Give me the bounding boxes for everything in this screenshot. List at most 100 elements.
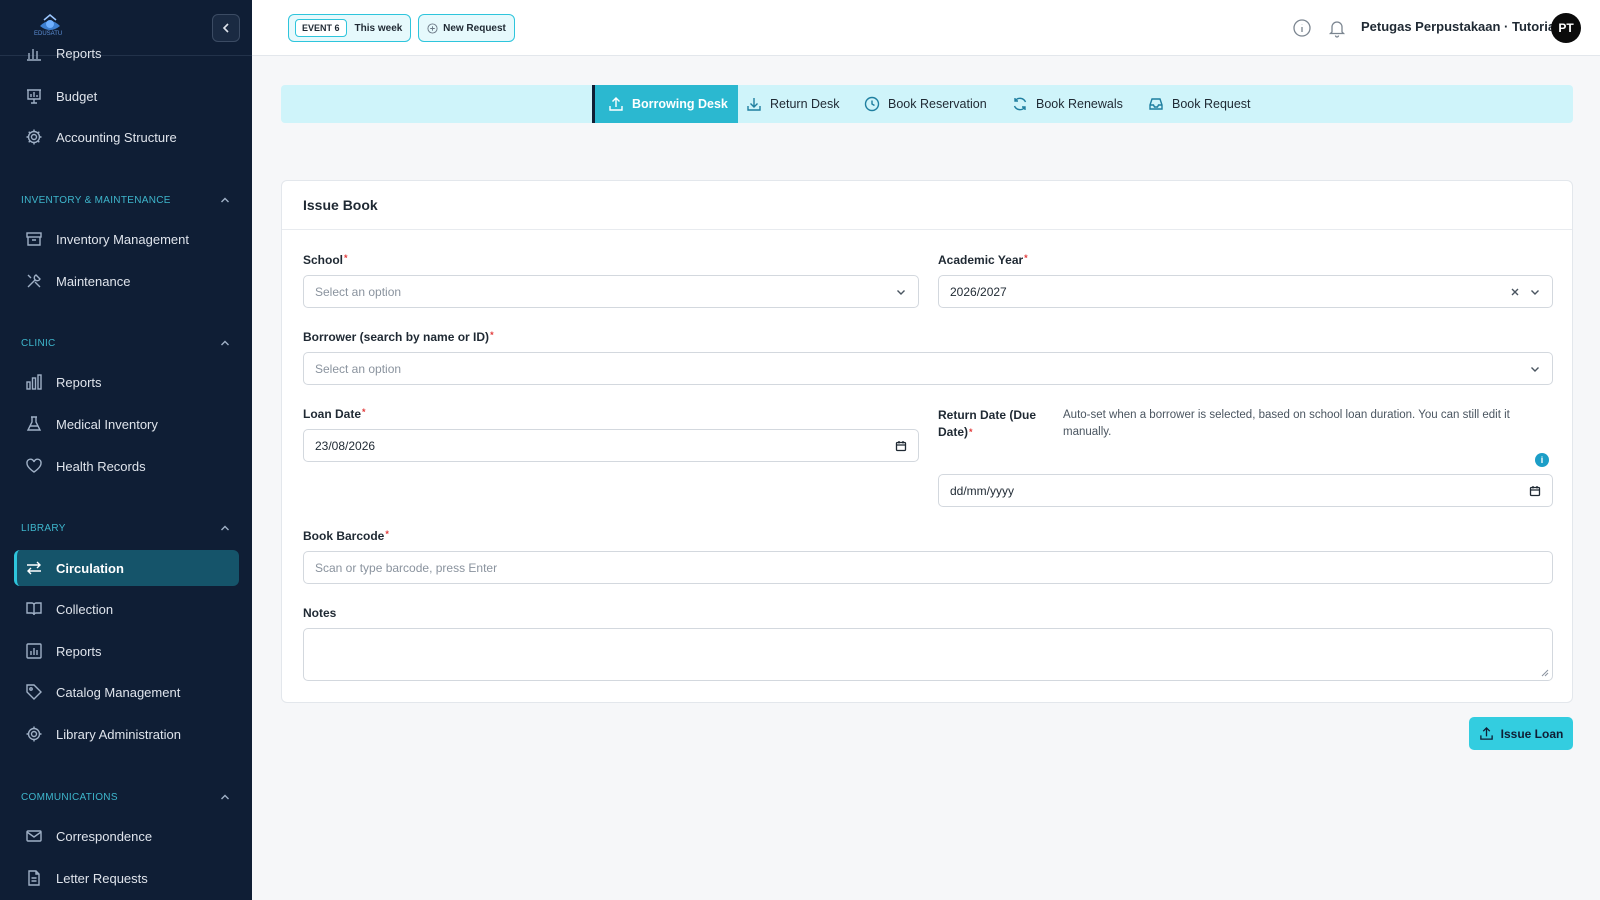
tab-book-renewals[interactable]: Book Renewals: [1012, 85, 1123, 123]
circulation-tabs: Borrowing Desk Return Desk Book Reservat…: [281, 85, 1573, 123]
new-request-label: New Request: [443, 22, 506, 34]
sidebar-item-label: Reports: [56, 643, 102, 659]
required-mark: *: [362, 407, 366, 417]
required-mark: *: [969, 427, 973, 437]
sidebar-item-health-records[interactable]: Health Records: [14, 448, 239, 484]
info-circle-icon[interactable]: [1292, 18, 1312, 38]
event-chip[interactable]: EVENT 6 This week: [288, 14, 412, 42]
school-label-text: School: [303, 253, 344, 267]
school-select[interactable]: Select an option: [303, 275, 919, 308]
section-title: LIBRARY: [21, 522, 66, 534]
event-badge: EVENT 6: [295, 19, 347, 37]
sidebar-item-library-administration[interactable]: Library Administration: [14, 716, 239, 752]
sidebar-item-label: Medical Inventory: [56, 416, 158, 432]
topbar: EVENT 6 This week New Request Petugas Pe…: [252, 0, 1600, 56]
heart-icon: [26, 458, 42, 473]
barcode-label: Book Barcode*: [303, 529, 389, 543]
gear-icon: [26, 129, 42, 145]
user-name: Petugas Perpustakaan · Tutorial: [1361, 19, 1559, 34]
chevron-left-icon: [222, 23, 229, 33]
section-clinic[interactable]: CLINIC: [21, 337, 231, 349]
chevron-up-icon: [221, 340, 229, 346]
bell-icon[interactable]: [1327, 18, 1347, 38]
clear-icon[interactable]: [1509, 286, 1521, 298]
academic-year-select[interactable]: 2026/2027: [938, 275, 1553, 308]
sidebar-item-label: Inventory Management: [56, 231, 189, 247]
new-request-button[interactable]: New Request: [418, 14, 515, 42]
inbox-icon: [1149, 98, 1163, 110]
sidebar-item-letter-requests[interactable]: Letter Requests: [14, 860, 239, 896]
chevron-up-icon: [221, 794, 229, 800]
tab-book-request[interactable]: Book Request: [1148, 85, 1251, 123]
sidebar-item-maintenance[interactable]: Maintenance: [14, 263, 239, 299]
academic-year-label-text: Academic Year: [938, 253, 1024, 267]
envelope-icon: [26, 830, 42, 842]
notes-textarea[interactable]: [303, 628, 1553, 681]
loan-date-label-text: Loan Date: [303, 407, 362, 421]
presentation-chart-icon: [26, 643, 42, 659]
borrower-label: Borrower (search by name or ID)*: [303, 330, 494, 344]
event-period: This week: [354, 22, 403, 34]
section-inventory-maintenance[interactable]: INVENTORY & MAINTENANCE: [21, 194, 231, 206]
chevron-up-icon: [221, 197, 229, 203]
sidebar-item-collection[interactable]: Collection: [14, 591, 239, 627]
issue-book-card: Issue Book School* Select an option Acad…: [281, 180, 1573, 703]
tab-return-desk[interactable]: Return Desk: [746, 85, 839, 123]
tab-book-reservation[interactable]: Book Reservation: [864, 85, 987, 123]
return-date-hint: Auto-set when a borrower is selected, ba…: [1063, 409, 1510, 438]
borrower-select[interactable]: Select an option: [303, 352, 1553, 385]
chevron-up-icon: [221, 525, 229, 531]
section-communications[interactable]: COMMUNICATIONS: [21, 791, 231, 803]
academic-year-value: 2026/2027: [950, 284, 1007, 299]
sidebar-item-library-reports[interactable]: Reports: [14, 633, 239, 669]
sidebar-item-budget[interactable]: Budget: [14, 78, 239, 114]
sidebar-item-label: Collection: [56, 601, 114, 617]
sidebar-item-finance-reports[interactable]: Reports: [14, 35, 239, 71]
document-icon: [28, 870, 40, 886]
sidebar-item-accounting-structure[interactable]: Accounting Structure: [14, 119, 239, 155]
info-icon[interactable]: i: [1535, 453, 1549, 467]
tab-label: Book Renewals: [1036, 97, 1123, 111]
tab-borrowing-desk[interactable]: Borrowing Desk: [592, 85, 738, 123]
arrows-exchange-icon: [27, 561, 41, 575]
sidebar-item-label: Circulation: [56, 560, 124, 576]
tab-label: Book Request: [1172, 97, 1251, 111]
sidebar: EDUSATU Reports Budget Accounting Struct…: [0, 0, 252, 900]
return-date-input[interactable]: dd/mm/yyyy: [938, 474, 1553, 507]
sidebar-item-label: Budget: [56, 88, 98, 104]
sidebar-item-circulation[interactable]: Circulation: [14, 550, 239, 586]
required-mark: *: [490, 330, 494, 340]
return-date-label-line2: Date): [938, 425, 969, 439]
sidebar-item-clinic-reports[interactable]: Reports: [14, 364, 239, 400]
calendar-icon[interactable]: [895, 440, 907, 452]
sidebar-item-inventory-management[interactable]: Inventory Management: [14, 221, 239, 257]
loan-date-input[interactable]: 23/08/2026: [303, 429, 919, 462]
beaker-icon: [26, 416, 42, 431]
upload-tray-icon: [1479, 726, 1493, 740]
sidebar-item-medical-inventory[interactable]: Medical Inventory: [14, 406, 239, 442]
academic-year-label: Academic Year*: [938, 253, 1028, 267]
calendar-icon[interactable]: [1529, 485, 1541, 497]
tab-label: Borrowing Desk: [632, 97, 728, 111]
tab-label: Return Desk: [770, 97, 840, 111]
loan-date-value: 23/08/2026: [315, 438, 376, 453]
sidebar-item-label: Letter Requests: [56, 870, 148, 886]
open-book-icon: [26, 602, 42, 616]
required-mark: *: [385, 529, 389, 539]
school-placeholder: Select an option: [315, 284, 402, 299]
issue-loan-button[interactable]: Issue Loan: [1469, 717, 1573, 750]
section-library[interactable]: LIBRARY: [21, 522, 231, 534]
bar-chart-icon: [27, 49, 41, 61]
upload-tray-icon: [609, 97, 623, 111]
sidebar-item-correspondence[interactable]: Correspondence: [14, 818, 239, 854]
barcode-input[interactable]: Scan or type barcode, press Enter: [303, 551, 1553, 584]
sidebar-item-catalog-management[interactable]: Catalog Management: [14, 674, 239, 710]
avatar[interactable]: PT: [1551, 13, 1581, 43]
sidebar-item-label: Accounting Structure: [56, 129, 177, 145]
school-label: School*: [303, 253, 348, 267]
required-mark: *: [344, 253, 348, 263]
resize-handle-icon[interactable]: [1541, 669, 1549, 677]
sidebar-item-label: Correspondence: [56, 828, 153, 844]
required-mark: *: [1024, 253, 1028, 263]
section-title: CLINIC: [21, 337, 56, 349]
